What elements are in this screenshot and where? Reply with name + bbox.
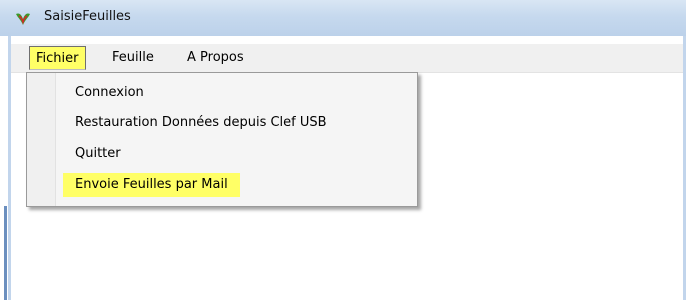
menu-item-quitter[interactable]: Quitter (63, 142, 133, 166)
application-window: SaisieFeuilles Fichier Feuille A Propos … (0, 0, 686, 300)
window-title: SaisieFeuilles (44, 9, 131, 24)
menu-item-connexion[interactable]: Connexion (63, 81, 156, 105)
menu-fichier[interactable]: Fichier (29, 46, 86, 70)
menu-a-propos[interactable]: A Propos (181, 46, 250, 70)
menu-item-restauration[interactable]: Restauration Données depuis Clef USB (63, 111, 339, 135)
menu-icon-gutter (27, 73, 56, 206)
fichier-dropdown-menu: Connexion Restauration Données depuis Cl… (26, 72, 418, 207)
app-icon[interactable] (14, 10, 32, 28)
left-edge-indicator (4, 206, 7, 300)
menu-item-envoie-feuilles[interactable]: Envoie Feuilles par Mail (63, 173, 240, 197)
menu-bar: Fichier Feuille A Propos (11, 44, 683, 73)
menu-feuille[interactable]: Feuille (106, 46, 160, 70)
title-bar[interactable]: SaisieFeuilles (0, 0, 686, 36)
